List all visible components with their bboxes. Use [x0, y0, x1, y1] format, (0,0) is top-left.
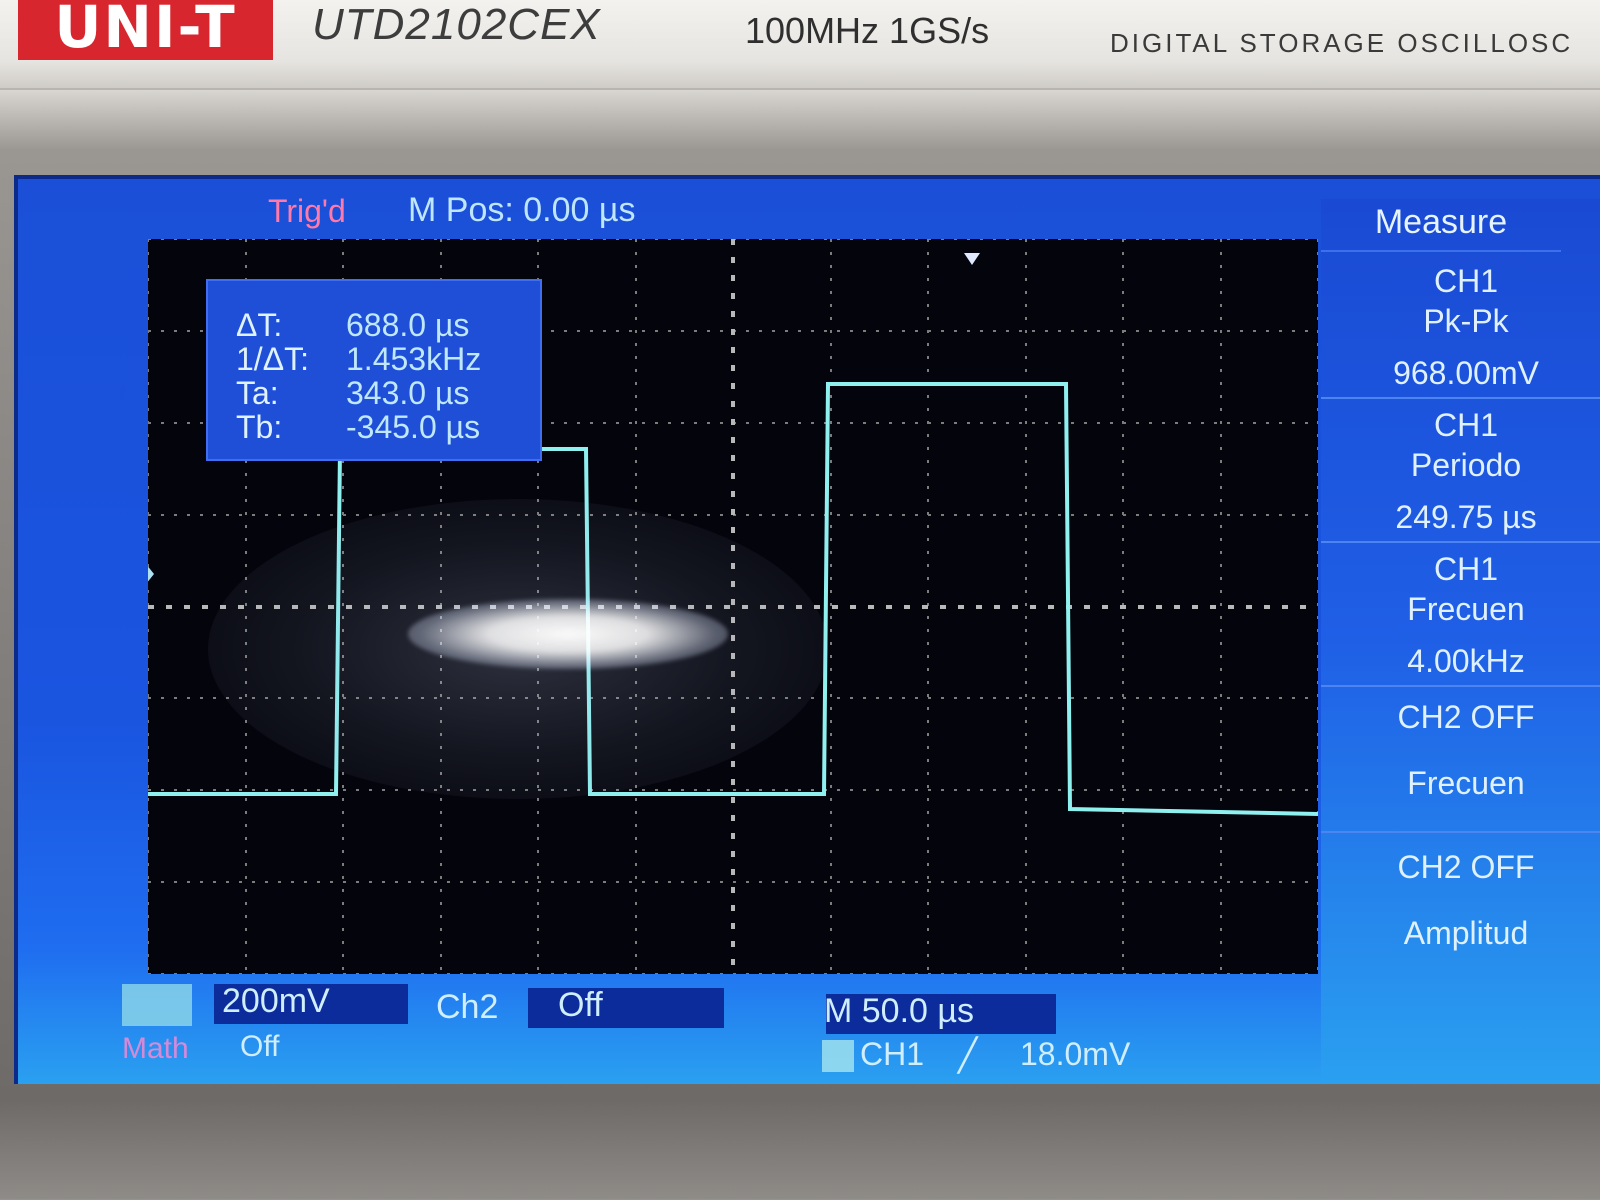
measure-panel: Measure CH1 Pk-Pk 968.00mV CH1 Periodo 2…: [1321, 199, 1600, 1084]
status-bar: Trig'd M Pos: 0.00 µs: [18, 179, 1338, 241]
measure-item-ch1-frecuen[interactable]: CH1 Frecuen 4.00kHz: [1321, 549, 1600, 681]
cursor-row: Ta: 343.0 µs: [208, 375, 540, 411]
measure-item-ch1-pkpk[interactable]: CH1 Pk-Pk 968.00mV: [1321, 261, 1600, 393]
measure-divider: [1321, 685, 1600, 687]
ch2-label: Ch2: [436, 988, 499, 1026]
cursor-label: 1/ΔT:: [236, 341, 309, 377]
measure-source: CH1: [1433, 263, 1498, 299]
measure-name: Pk-Pk: [1423, 303, 1509, 339]
cursor-label: ΔT:: [236, 307, 283, 343]
trigger-source: CH1: [860, 1036, 925, 1072]
measure-name: Frecuen: [1407, 591, 1525, 627]
cursor-value: -345.0 µs: [346, 409, 481, 445]
cursor-row: ΔT: 688.0 µs: [208, 307, 540, 343]
cursor-row: Tb: -345.0 µs: [208, 409, 540, 445]
measure-value: 4.00kHz: [1407, 643, 1525, 679]
trigger-source-icon: [822, 1040, 854, 1072]
math-label: Math: [122, 1032, 189, 1065]
oscilloscope-top-bezel: UNI-T UTD2102CEX 100MHz 1GS/s DIGITAL ST…: [0, 0, 1600, 90]
trigger-edge-icon: ╱: [958, 1037, 978, 1073]
measure-name: Amplitud: [1403, 915, 1529, 951]
measure-value: 968.00mV: [1393, 355, 1539, 391]
measure-item-ch2-frecuen[interactable]: CH2 OFF Frecuen: [1321, 697, 1600, 803]
horizontal-position: M Pos: 0.00 µs: [408, 191, 636, 229]
cursor-value: 688.0 µs: [346, 307, 470, 343]
ch1-ground-marker: [148, 566, 154, 582]
measure-title[interactable]: Measure: [1321, 203, 1561, 252]
measure-divider: [1321, 541, 1600, 543]
ch1-indicator: [122, 984, 192, 1026]
ch1-scale: 200mV: [222, 982, 330, 1020]
measure-source: CH2 OFF: [1397, 849, 1535, 885]
math-state: Off: [240, 1030, 280, 1063]
measure-name: Periodo: [1410, 447, 1522, 483]
measure-item-ch2-amplitud[interactable]: CH2 OFF Amplitud: [1321, 847, 1600, 953]
brand-logo: UNI-T: [18, 0, 273, 60]
screen-glare: [408, 599, 728, 669]
measure-divider: [1321, 397, 1600, 399]
measure-item-ch1-periodo[interactable]: CH1 Periodo 249.75 µs: [1321, 405, 1600, 537]
device-spec: 100MHz 1GS/s: [745, 10, 990, 51]
measure-source: CH2 OFF: [1397, 699, 1535, 735]
oscilloscope-screen: Trig'd M Pos: 0.00 µs ΔT: 688.0 µs 1/ΔT:…: [14, 175, 1600, 1084]
cursor-value: 1.453kHz: [346, 341, 482, 377]
model-name: UTD2102CEX: [312, 0, 601, 49]
cursor-label: Ta:: [236, 375, 279, 411]
trigger-status: Trig'd: [268, 193, 346, 229]
timebase: M 50.0 µs: [824, 992, 974, 1030]
cursor-value: 343.0 µs: [346, 375, 470, 411]
measure-source: CH1: [1433, 551, 1498, 587]
device-type-label: DIGITAL STORAGE OSCILLOSC: [1110, 28, 1574, 58]
measure-value: 249.75 µs: [1395, 499, 1537, 535]
measure-name: Frecuen: [1407, 765, 1525, 801]
measure-divider: [1321, 831, 1600, 833]
ch2-state: Off: [558, 986, 603, 1024]
cursor-row: 1/ΔT: 1.453kHz: [208, 341, 540, 377]
trigger-level: 18.0mV: [1020, 1036, 1131, 1072]
measure-source: CH1: [1433, 407, 1498, 443]
cursor-label: Tb:: [236, 409, 283, 445]
cursor-readout-box: ΔT: 688.0 µs 1/ΔT: 1.453kHz Ta: 343.0 µs…: [206, 279, 542, 461]
trigger-position-marker: [964, 253, 980, 265]
bottom-status-bar: 200mV Ch2 Off Math Off M 50.0 µs CH1 ╱ 1…: [18, 974, 1318, 1084]
